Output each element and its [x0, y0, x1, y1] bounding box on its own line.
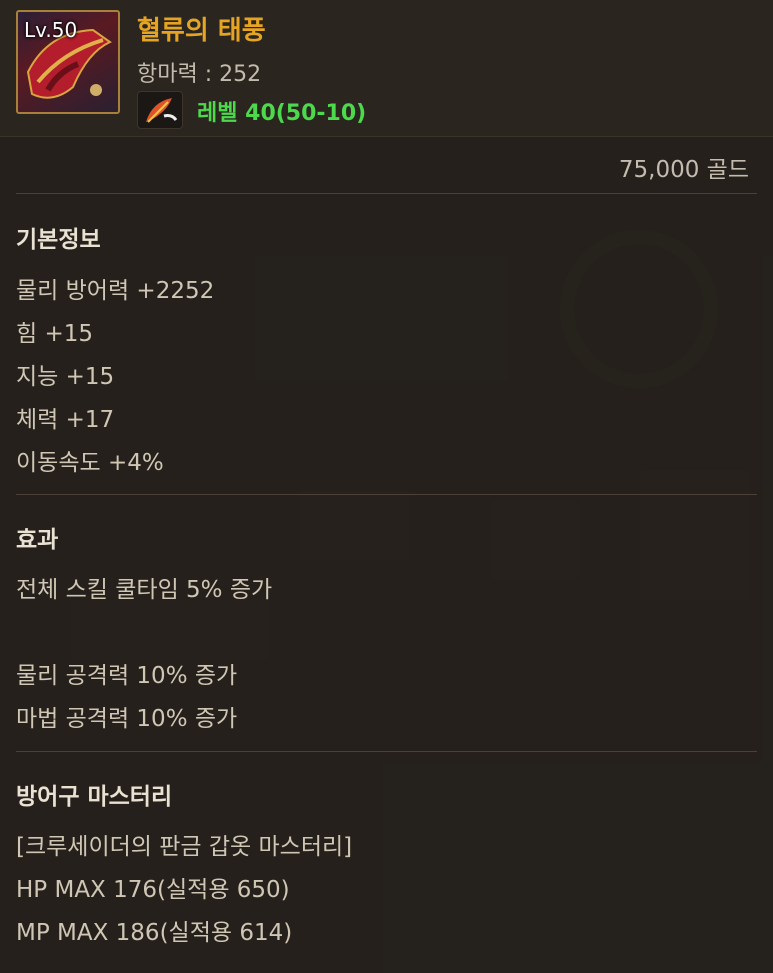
feather-rune-icon[interactable] [137, 91, 183, 129]
mastery-line: [크루세이더의 판금 갑옷 마스터리] [16, 834, 353, 860]
section-title-basic-info: 기본정보 [16, 227, 101, 253]
mastery-line: HP MAX 176(실적용 650) [16, 877, 290, 903]
feather-icon [146, 98, 178, 123]
magic-resist-stat: 항마력 : 252 [137, 62, 262, 87]
armor-item-icon[interactable]: Lv.50 [16, 10, 120, 114]
stat-line: 체력 +17 [16, 407, 115, 433]
effect-line: 전체 스킬 쿨타임 5% 증가 [16, 577, 273, 603]
stat-line: 이동속도 +4% [16, 450, 164, 476]
stat-line: 지능 +15 [16, 364, 115, 390]
stat-line: 힘 +15 [16, 321, 94, 347]
item-name: 혈류의 태풍 [137, 16, 266, 46]
item-tooltip: Lv.50 혈류의 태풍 항마력 : 252 레벨 40(50-10) 75,0… [0, 0, 773, 973]
effect-line: 마법 공격력 10% 증가 [16, 706, 238, 732]
mastery-line: MP MAX 186(실적용 614) [16, 920, 293, 946]
stat-line: 물리 방어력 +2252 [16, 278, 215, 304]
level-requirement: 레벨 40(50-10) [197, 101, 367, 126]
effect-line: 물리 공격력 10% 증가 [16, 663, 238, 689]
item-level-badge: Lv.50 [24, 18, 78, 42]
divider [16, 751, 757, 752]
tooltip-header: Lv.50 혈류의 태풍 항마력 : 252 레벨 40(50-10) [0, 0, 773, 137]
item-price: 75,000 골드 [618, 157, 749, 183]
section-title-effects: 효과 [16, 527, 59, 553]
divider [16, 494, 757, 495]
section-title-armor-mastery: 방어구 마스터리 [16, 784, 173, 810]
divider [16, 193, 757, 194]
